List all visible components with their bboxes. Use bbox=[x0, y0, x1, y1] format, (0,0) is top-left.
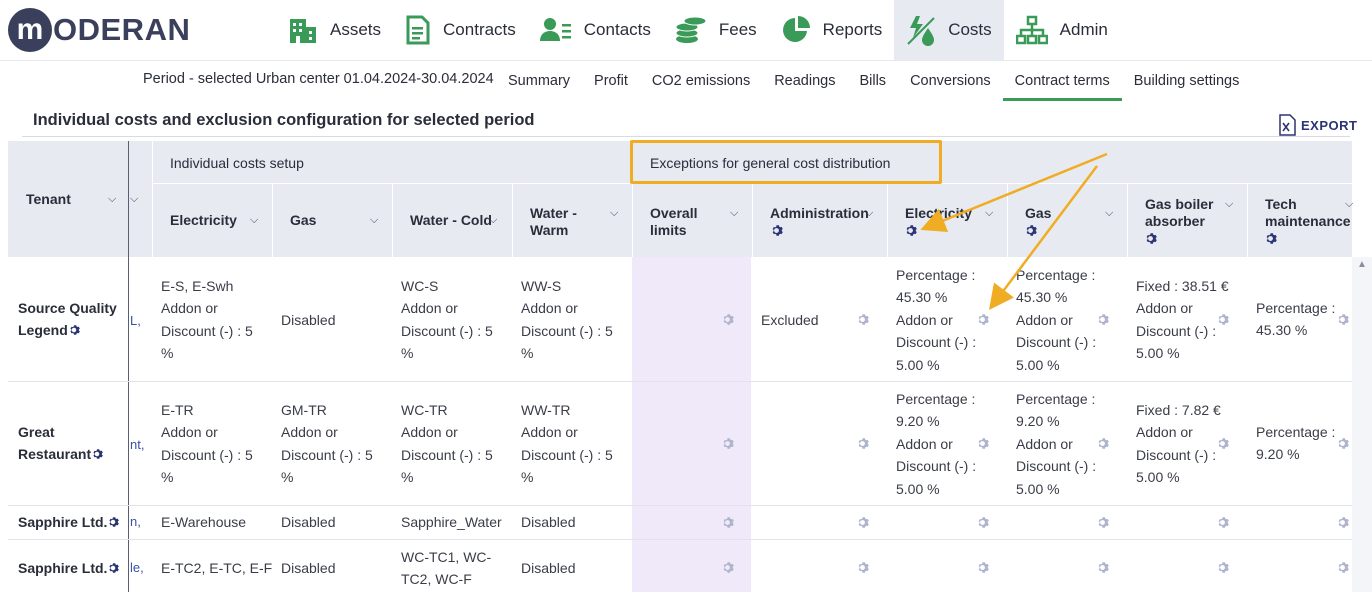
annotation-arrow bbox=[989, 165, 1098, 310]
annotation-arrows bbox=[920, 152, 1108, 310]
